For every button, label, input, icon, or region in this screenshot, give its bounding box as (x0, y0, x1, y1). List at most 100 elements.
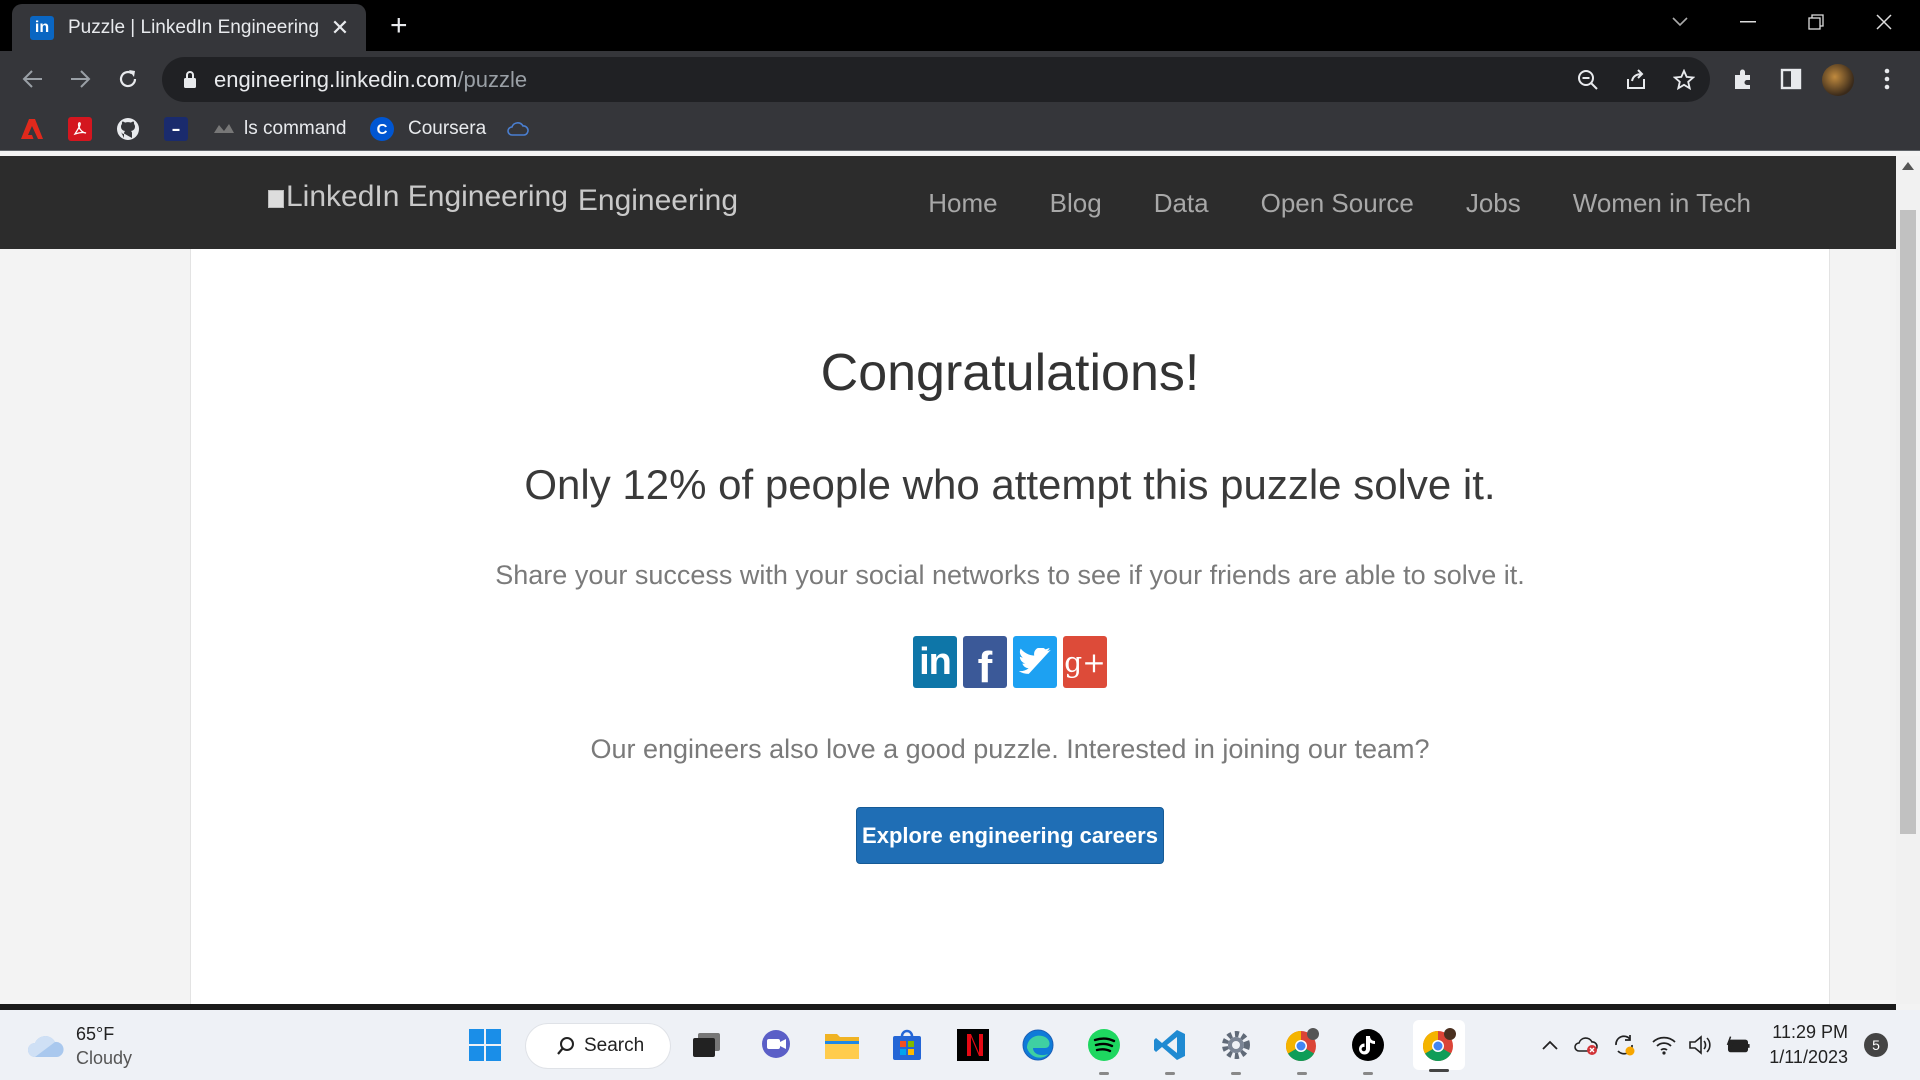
tab-close-icon[interactable]: ✕ (328, 15, 352, 41)
facebook-share-icon[interactable]: f (963, 636, 1007, 692)
bookmark-label: Coursera (408, 118, 487, 139)
address-bar[interactable]: engineering.linkedin.com/puzzle (162, 57, 1710, 102)
bookmark-cloud[interactable] (506, 115, 530, 143)
bookmark-adobe[interactable] (20, 115, 44, 143)
system-clock[interactable]: 11:29 PM 1/11/2023 (1768, 1020, 1848, 1070)
volume-icon[interactable] (1688, 1032, 1714, 1058)
notification-badge[interactable]: 5 (1864, 1033, 1888, 1057)
new-tab-button[interactable]: + (390, 11, 408, 41)
file-explorer-icon[interactable] (820, 1023, 864, 1067)
spotify-icon[interactable] (1082, 1023, 1126, 1075)
running-indicator (1297, 1072, 1307, 1075)
extensions-icon[interactable] (1728, 64, 1758, 94)
start-button[interactable] (463, 1023, 507, 1067)
google-plus-glyph: g+ (1064, 645, 1106, 679)
page-scrollbar[interactable] (1896, 156, 1920, 1004)
sync-icon[interactable] (1611, 1032, 1637, 1058)
search-label: Search (584, 1035, 645, 1056)
site-header: LinkedIn Engineering Engineering Home Bl… (0, 156, 1896, 249)
show-hidden-icons-chevron-icon[interactable] (1537, 1032, 1563, 1058)
browser-tab[interactable]: in Puzzle | LinkedIn Engineering ✕ (12, 4, 366, 51)
nav-open-source[interactable]: Open Source (1261, 188, 1414, 219)
solve-rate-text: Only 12% of people who attempt this puzz… (524, 461, 1496, 508)
bookmark-pdf[interactable] (68, 115, 92, 143)
social-share-buttons: in f g+ (913, 636, 1107, 692)
bookmark-site[interactable]: ▬ (164, 115, 188, 143)
twitter-bird-icon (1019, 648, 1051, 674)
chrome-profile-1-icon[interactable] (1280, 1023, 1324, 1075)
cloud-bookmark-icon (506, 117, 530, 141)
minimize-button[interactable] (1716, 0, 1780, 44)
edge-icon[interactable] (1016, 1023, 1060, 1067)
teams-chat-icon[interactable] (754, 1023, 798, 1067)
wifi-icon[interactable] (1651, 1032, 1677, 1058)
tiktok-icon[interactable] (1346, 1023, 1390, 1075)
bookmark-github[interactable] (116, 115, 140, 143)
profile-avatar[interactable] (1822, 64, 1854, 96)
settings-gear-icon[interactable] (1214, 1023, 1258, 1075)
lock-icon[interactable] (182, 70, 198, 90)
windows-taskbar: 65°F Cloudy Search 11:29 PM 1/11/2023 5 (0, 1010, 1920, 1080)
netflix-icon[interactable] (951, 1023, 995, 1067)
scroll-up-arrow-icon[interactable] (1902, 162, 1914, 170)
nav-women-in-tech[interactable]: Women in Tech (1573, 188, 1751, 219)
google-plus-share-icon[interactable]: g+ (1063, 636, 1107, 688)
scrollbar-thumb[interactable] (1900, 210, 1916, 834)
onedrive-error-icon[interactable] (1574, 1032, 1600, 1058)
twitter-share-icon[interactable] (1013, 636, 1057, 688)
url-path: /puzzle (457, 66, 528, 92)
weather-widget[interactable]: 65°F Cloudy (26, 1022, 132, 1070)
tab-search-icon[interactable] (1648, 0, 1712, 44)
menu-kebab-icon[interactable] (1872, 64, 1902, 94)
running-indicator (1165, 1072, 1175, 1075)
pdf-icon (68, 117, 92, 141)
microsoft-store-icon[interactable] (885, 1023, 929, 1067)
linkedin-glyph: in (919, 640, 952, 683)
linkedin-share-icon[interactable]: in (913, 636, 957, 688)
active-indicator (1429, 1069, 1449, 1072)
url-text[interactable]: engineering.linkedin.com/puzzle (214, 67, 527, 93)
zoom-icon[interactable] (1574, 66, 1602, 94)
nav-jobs[interactable]: Jobs (1466, 188, 1521, 219)
restore-button[interactable] (1784, 0, 1848, 44)
close-window-button[interactable] (1852, 0, 1916, 44)
bookmark-star-icon[interactable] (1670, 66, 1698, 94)
forward-button[interactable] (64, 63, 96, 95)
ls-command-icon (212, 117, 236, 141)
nav-home[interactable]: Home (928, 188, 997, 219)
vscode-icon[interactable] (1148, 1023, 1192, 1075)
nav-blog[interactable]: Blog (1050, 188, 1102, 219)
coursera-icon: C (370, 117, 394, 141)
broken-image-icon (268, 190, 284, 208)
battery-charging-icon[interactable] (1725, 1032, 1751, 1058)
reload-button[interactable] (112, 63, 144, 95)
tab-title: Puzzle | LinkedIn Engineering (68, 16, 320, 38)
tab-strip: in Puzzle | LinkedIn Engineering ✕ + (0, 0, 1920, 51)
url-domain: engineering.linkedin.com (214, 66, 458, 92)
back-button[interactable] (17, 63, 49, 95)
logo-broken-image: LinkedIn Engineering (268, 180, 568, 214)
page-viewport: LinkedIn Engineering Engineering Home Bl… (0, 156, 1896, 1004)
linkedin-favicon-icon: in (30, 15, 54, 40)
side-panel-icon[interactable] (1776, 64, 1806, 94)
content-card: Congratulations! Only 12% of people who … (190, 249, 1830, 1004)
chrome-active-icon[interactable] (1413, 1020, 1465, 1072)
share-icon[interactable] (1622, 66, 1650, 94)
nav-data[interactable]: Data (1154, 188, 1209, 219)
taskbar-search[interactable]: Search (526, 1024, 670, 1068)
weather-condition: Cloudy (76, 1048, 133, 1068)
bookmark-coursera[interactable]: C Coursera (370, 115, 486, 143)
careers-prompt: Our engineers also love a good puzzle. I… (590, 734, 1430, 764)
cloud-weather-icon (28, 1036, 64, 1057)
search-icon (557, 1037, 574, 1055)
bookmark-ls-command[interactable]: ls command (212, 115, 346, 143)
share-prompt: Share your success with your social netw… (495, 560, 1525, 590)
task-view-icon[interactable] (685, 1023, 729, 1067)
site-logo[interactable]: LinkedIn Engineering Engineering (268, 180, 738, 217)
site-nav: Home Blog Data Open Source Jobs Women in… (928, 188, 1751, 219)
logo-alt-text: LinkedIn Engineering (286, 180, 568, 213)
bookmark-site-icon: ▬ (164, 117, 188, 141)
facebook-glyph: f (977, 643, 993, 692)
explore-careers-button[interactable]: Explore engineering careers (856, 807, 1164, 864)
logo-suffix: Engineering (577, 184, 739, 217)
